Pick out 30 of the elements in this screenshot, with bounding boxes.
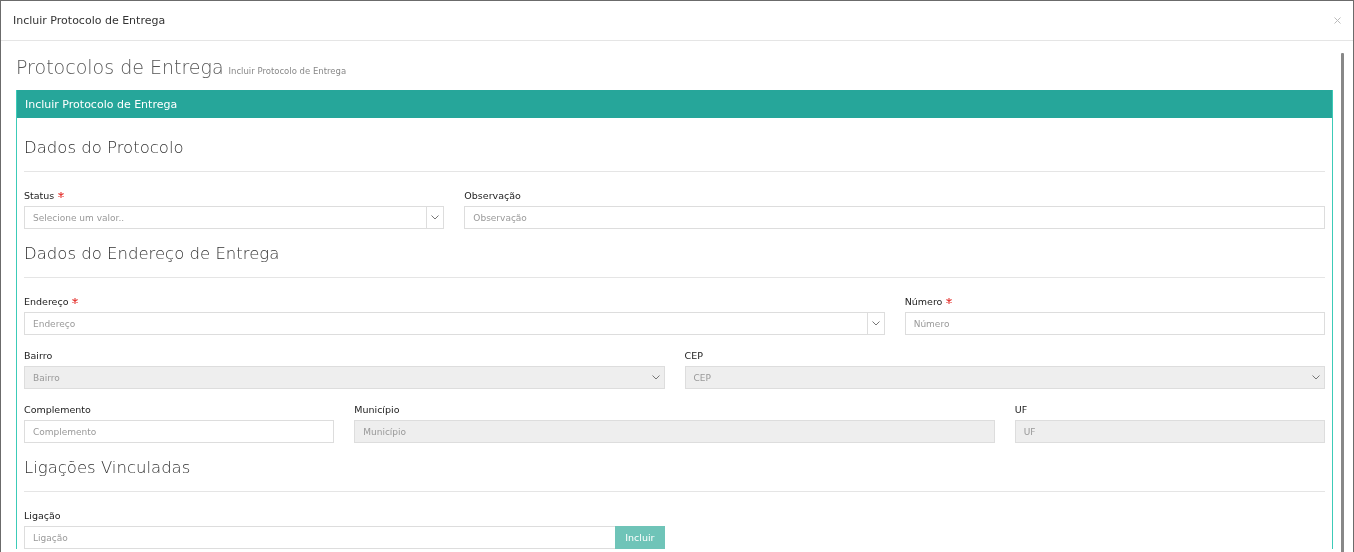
field-label: CEP <box>684 349 703 361</box>
section-heading: Dados do Endereço de Entrega <box>24 243 281 265</box>
field-label: UF <box>1014 403 1028 415</box>
input-field[interactable]: Observação <box>464 206 1325 229</box>
field-label: Observação <box>464 189 521 201</box>
input-field[interactable]: Complemento <box>24 420 335 443</box>
section-heading: Ligações Vinculadas <box>24 457 192 479</box>
panel-title: Incluir Protocolo de Entrega <box>25 97 178 111</box>
field-label: Número <box>904 295 943 307</box>
chevron-down-icon <box>651 375 660 380</box>
window-title: Incluir Protocolo de Entrega <box>13 14 166 27</box>
page-subtitle: Incluir Protocolo de Entrega <box>228 66 347 76</box>
section-heading: Dados do Protocolo <box>24 137 185 159</box>
field-label: Bairro <box>24 349 53 361</box>
field-label: Município <box>354 403 400 415</box>
field-label: Complemento <box>24 403 91 415</box>
add-button[interactable]: Incluir <box>615 526 665 549</box>
chevron-down-icon <box>1312 375 1320 380</box>
select-field[interactable]: Selecione um valor.. <box>24 206 445 229</box>
chevron-down-icon <box>871 321 880 326</box>
field-label: Ligação <box>24 509 61 521</box>
select-field[interactable]: Endereço <box>24 312 885 335</box>
close-icon[interactable] <box>1334 17 1341 24</box>
field-label: Endereço <box>24 295 69 307</box>
input-field[interactable]: Ligação <box>24 526 616 549</box>
page-title: Protocolos de Entrega <box>16 56 224 78</box>
chevron-down-icon <box>431 215 440 220</box>
input-field[interactable]: Número <box>904 312 1325 335</box>
scrollbar[interactable] <box>1341 53 1344 552</box>
field-label: Status <box>24 189 55 201</box>
